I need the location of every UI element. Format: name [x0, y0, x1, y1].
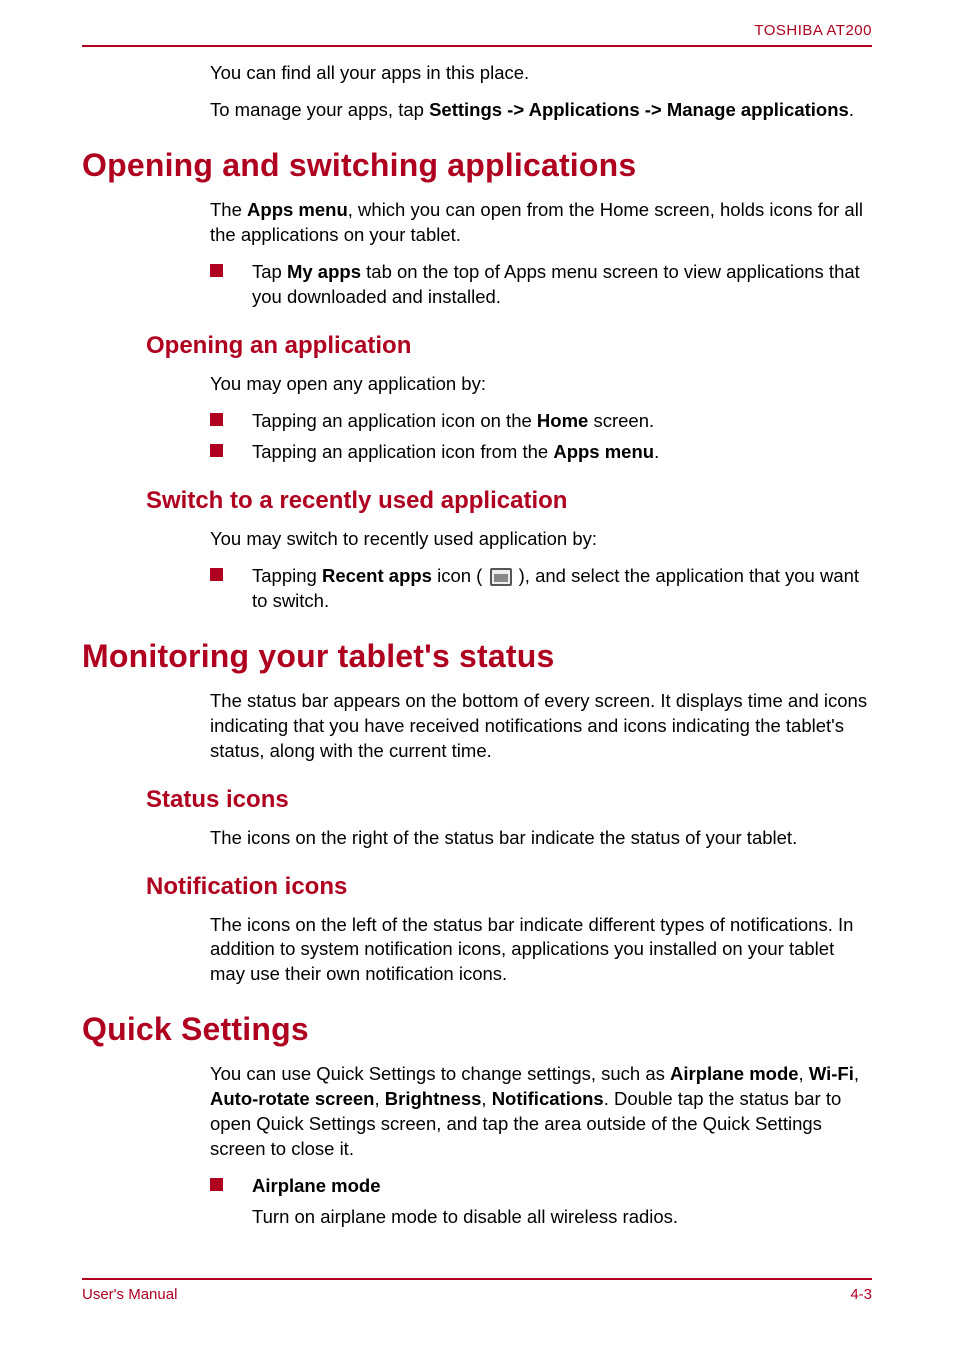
bold-text: Airplane mode [252, 1175, 381, 1196]
text: The [210, 199, 247, 220]
bold-text: Wi-Fi [809, 1063, 854, 1084]
bold-text: My apps [287, 261, 361, 282]
product-name: TOSHIBA AT200 [82, 22, 872, 39]
heading-opening-switching: Opening and switching applications [82, 147, 872, 184]
text: You can use Quick Settings to change set… [210, 1063, 670, 1084]
section-block: The Apps menu, which you can open from t… [210, 198, 872, 248]
bullet-list: Tap My apps tab on the top of Apps menu … [210, 260, 872, 310]
page-header: TOSHIBA AT200 [82, 0, 872, 47]
bullet-list: Tapping Recent apps icon ( ), and select… [210, 564, 872, 614]
text: , [374, 1088, 384, 1109]
text: . [849, 99, 854, 120]
text: , [854, 1063, 859, 1084]
list-item: Tapping Recent apps icon ( ), and select… [210, 564, 872, 614]
heading-status-icons: Status icons [146, 786, 872, 814]
intro-block: You can find all your apps in this place… [210, 61, 872, 123]
list-item: Tapping an application icon from the App… [210, 440, 872, 465]
header-rule [82, 45, 872, 47]
recent-apps-icon [490, 568, 512, 586]
bold-text: Auto-rotate screen [210, 1088, 374, 1109]
text: Tapping an application icon on the [252, 410, 537, 431]
text: . [654, 441, 659, 462]
bold-text: Settings -> Applications -> Manage appli… [429, 99, 849, 120]
section-block: You can use Quick Settings to change set… [210, 1062, 872, 1162]
bold-text: Apps menu [553, 441, 654, 462]
list-item: Tapping an application icon on the Home … [210, 409, 872, 434]
section-block: You may open any application by: [210, 372, 872, 397]
page: TOSHIBA AT200 You can find all your apps… [0, 0, 954, 1345]
paragraph: You can use Quick Settings to change set… [210, 1062, 872, 1162]
heading-opening-app: Opening an application [146, 332, 872, 360]
heading-notification-icons: Notification icons [146, 873, 872, 901]
paragraph: The Apps menu, which you can open from t… [210, 198, 872, 248]
heading-quick-settings: Quick Settings [82, 1011, 872, 1048]
paragraph: The icons on the left of the status bar … [210, 913, 872, 988]
bold-text: Recent apps [322, 565, 432, 586]
list-item-description: Turn on airplane mode to disable all wir… [252, 1205, 872, 1230]
list-item: Airplane mode [210, 1174, 872, 1199]
bold-text: Brightness [385, 1088, 482, 1109]
text: Tap [252, 261, 287, 282]
footer-left: User's Manual [82, 1286, 177, 1303]
bold-text: Apps menu [247, 199, 348, 220]
text: , [799, 1063, 809, 1084]
heading-switch-recent: Switch to a recently used application [146, 487, 872, 515]
section-block: The icons on the left of the status bar … [210, 913, 872, 988]
page-footer: User's Manual 4-3 [82, 1278, 872, 1303]
text: screen. [588, 410, 654, 431]
bold-text: Home [537, 410, 588, 431]
text: To manage your apps, tap [210, 99, 429, 120]
intro-p2: To manage your apps, tap Settings -> App… [210, 98, 872, 123]
footer-row: User's Manual 4-3 [82, 1286, 872, 1303]
paragraph: The icons on the right of the status bar… [210, 826, 872, 851]
section-block: The status bar appears on the bottom of … [210, 689, 872, 764]
bold-text: Airplane mode [670, 1063, 799, 1084]
paragraph: You may switch to recently used applicat… [210, 527, 872, 552]
section-block: The icons on the right of the status bar… [210, 826, 872, 851]
text: icon ( [432, 565, 488, 586]
paragraph: You may open any application by: [210, 372, 872, 397]
bullet-list: Tapping an application icon on the Home … [210, 409, 872, 465]
footer-rule [82, 1278, 872, 1280]
intro-p1: You can find all your apps in this place… [210, 61, 872, 86]
list-item: Tap My apps tab on the top of Apps menu … [210, 260, 872, 310]
bullet-list: Airplane mode [210, 1174, 872, 1199]
section-block: You may switch to recently used applicat… [210, 527, 872, 552]
text: , [481, 1088, 491, 1109]
text: Tapping [252, 565, 322, 586]
paragraph: The status bar appears on the bottom of … [210, 689, 872, 764]
footer-page-number: 4-3 [850, 1286, 872, 1303]
bold-text: Notifications [492, 1088, 604, 1109]
heading-monitoring-status: Monitoring your tablet's status [82, 638, 872, 675]
text: Tapping an application icon from the [252, 441, 553, 462]
